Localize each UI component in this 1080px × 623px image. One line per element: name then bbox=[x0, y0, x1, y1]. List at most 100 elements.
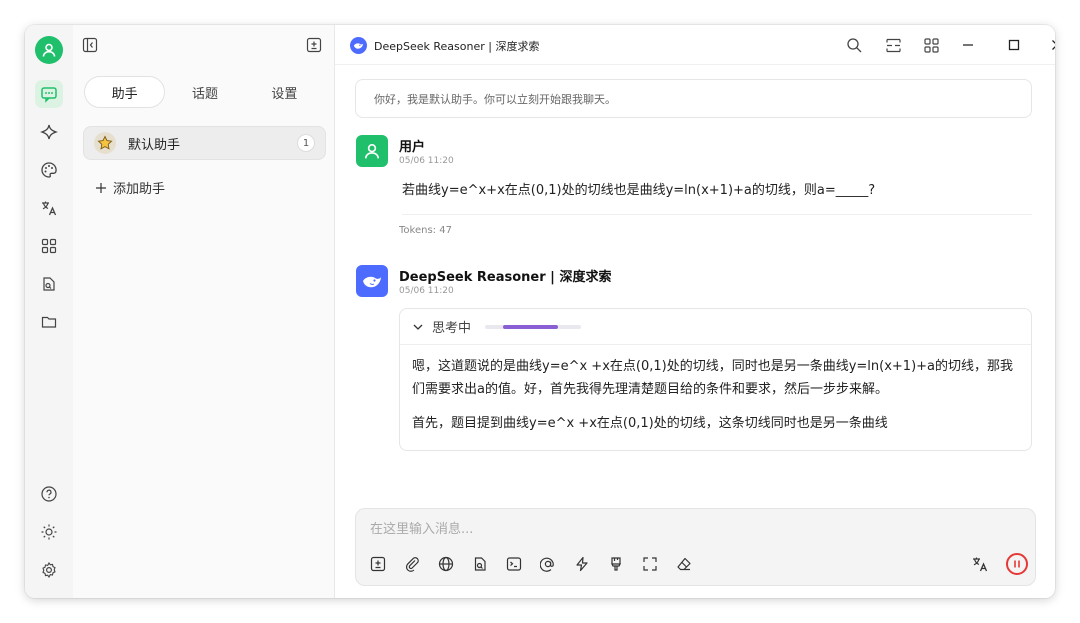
title-bar: DeepSeek Reasoner | 深度求索 bbox=[335, 25, 1055, 65]
new-chat-icon bbox=[370, 556, 386, 572]
thinking-toggle[interactable]: 思考中 bbox=[400, 309, 1031, 345]
token-count: Tokens: 47 bbox=[399, 225, 452, 236]
search-icon bbox=[846, 37, 861, 52]
assistant-topic-count: 1 bbox=[297, 134, 315, 152]
thinking-paragraph-2: 首先，题目提到曲线y=e^x +x在点(0,1)处的切线，这条切线同时也是另一条… bbox=[412, 416, 888, 431]
rail-folder[interactable] bbox=[35, 308, 63, 336]
help-icon bbox=[41, 486, 57, 502]
clear-input-tool[interactable] bbox=[674, 554, 694, 574]
pause-icon bbox=[1014, 560, 1020, 568]
search-button[interactable] bbox=[845, 36, 863, 54]
rail-translate[interactable] bbox=[35, 194, 63, 222]
user-message-time: 05/06 11:20 bbox=[399, 156, 454, 166]
rail-help[interactable] bbox=[35, 480, 63, 508]
minapps-button[interactable] bbox=[922, 36, 940, 54]
knowledge-base-tool[interactable] bbox=[470, 554, 490, 574]
palette-icon bbox=[41, 162, 57, 178]
assistant-name: 默认助手 bbox=[128, 137, 181, 153]
tab-topics[interactable]: 话题 bbox=[165, 76, 244, 108]
assistant-item-default[interactable]: 默认助手 1 bbox=[83, 126, 326, 160]
rail-chat[interactable] bbox=[35, 80, 63, 108]
message-input[interactable] bbox=[370, 519, 1010, 539]
person-icon bbox=[364, 143, 380, 159]
attach-tool[interactable] bbox=[402, 554, 422, 574]
app-window: 助手 话题 设置 默认助手 1 添加助手 DeepSeek Reasoner |… bbox=[25, 25, 1055, 598]
expand-icon bbox=[643, 557, 657, 571]
user-message-text: 若曲线y=e^x+x在点(0,1)处的切线也是曲线y=ln(x+1)+a的切线，… bbox=[402, 183, 876, 198]
rail-apps[interactable] bbox=[35, 232, 63, 260]
apps-grid-icon bbox=[41, 238, 57, 254]
star-emoji-icon bbox=[94, 132, 116, 154]
maximize-button[interactable] bbox=[1005, 36, 1023, 54]
assistants-panel: 助手 话题 设置 默认助手 1 添加助手 bbox=[73, 25, 335, 598]
expand-input-tool[interactable] bbox=[640, 554, 660, 574]
tab-assistants[interactable]: 助手 bbox=[84, 76, 166, 108]
person-icon bbox=[42, 43, 56, 57]
clear-context-tool[interactable] bbox=[606, 554, 626, 574]
folder-icon bbox=[41, 316, 57, 328]
rail-paint[interactable] bbox=[35, 156, 63, 184]
user-message-name: 用户 bbox=[399, 140, 426, 155]
add-assistant-button[interactable]: 添加助手 bbox=[95, 178, 165, 197]
layout-toggle-button[interactable] bbox=[884, 36, 902, 54]
translate-icon bbox=[42, 201, 57, 216]
assistant-message-time: 05/06 11:20 bbox=[399, 286, 454, 296]
terminal-icon bbox=[506, 557, 522, 571]
prompt-tool[interactable] bbox=[504, 554, 524, 574]
rail-agents[interactable] bbox=[35, 118, 63, 146]
thinking-panel: 思考中 嗯，这道题说的是曲线y=e^x +x在点(0,1)处的切线，同时也是另一… bbox=[399, 308, 1032, 451]
settings-icon bbox=[42, 561, 56, 579]
close-button[interactable] bbox=[1048, 36, 1055, 54]
file-search-icon bbox=[474, 557, 486, 571]
sidebar-collapse-icon bbox=[82, 37, 98, 53]
web-search-tool[interactable] bbox=[436, 554, 456, 574]
close-icon bbox=[1052, 40, 1055, 50]
toggle-sidebar-button[interactable] bbox=[81, 36, 99, 54]
rail-theme[interactable] bbox=[35, 518, 63, 546]
user-avatar[interactable] bbox=[35, 36, 63, 64]
minimize-button[interactable] bbox=[959, 36, 977, 54]
new-chat-icon bbox=[306, 37, 322, 53]
mention-model-tool[interactable] bbox=[538, 554, 558, 574]
translate-icon bbox=[973, 557, 988, 572]
lightning-icon bbox=[576, 556, 588, 572]
rail-settings[interactable] bbox=[35, 556, 63, 584]
globe-icon bbox=[438, 556, 454, 572]
maximize-icon bbox=[1008, 39, 1020, 51]
panel-toolbar bbox=[73, 25, 335, 65]
user-message-avatar bbox=[356, 135, 388, 167]
thinking-progress-bar bbox=[485, 324, 582, 329]
layout-icon bbox=[885, 38, 901, 52]
rail-files-search[interactable] bbox=[35, 270, 63, 298]
quick-phrases-tool[interactable] bbox=[572, 554, 592, 574]
chat-icon bbox=[41, 87, 57, 103]
theme-sun-icon bbox=[41, 524, 57, 540]
new-topic-button[interactable] bbox=[305, 36, 323, 54]
grid-icon bbox=[923, 37, 939, 53]
message-divider bbox=[402, 214, 1032, 215]
minimize-icon bbox=[963, 44, 973, 46]
tab-settings[interactable]: 设置 bbox=[245, 76, 324, 108]
model-title[interactable]: DeepSeek Reasoner | 深度求索 bbox=[374, 38, 539, 54]
thinking-label: 思考中 bbox=[432, 321, 472, 336]
translate-input-tool[interactable] bbox=[970, 554, 990, 574]
thinking-paragraph-1: 嗯，这道题说的是曲线y=e^x +x在点(0,1)处的切线，同时也是另一条曲线y… bbox=[412, 359, 1014, 397]
message-composer bbox=[355, 508, 1036, 586]
sidebar-tabs: 助手 话题 设置 bbox=[84, 76, 324, 108]
plus-icon bbox=[96, 182, 106, 193]
thinking-progress-fill bbox=[503, 324, 559, 329]
sparkle-icon bbox=[40, 124, 58, 140]
assistant-message-avatar bbox=[356, 265, 388, 297]
add-assistant-label: 添加助手 bbox=[113, 182, 166, 197]
eraser-icon bbox=[677, 557, 691, 571]
stop-generation-button[interactable] bbox=[1006, 553, 1028, 575]
chevron-down-icon bbox=[413, 324, 423, 330]
paperclip-icon bbox=[405, 557, 419, 572]
at-sign-icon bbox=[540, 557, 554, 572]
new-topic-tool[interactable] bbox=[368, 554, 388, 574]
chat-main: DeepSeek Reasoner | 深度求索 你好，我是默认助手。你可以立刻… bbox=[335, 25, 1055, 598]
icon-rail bbox=[25, 25, 73, 598]
brush-icon bbox=[611, 557, 621, 571]
deepseek-logo-icon bbox=[350, 37, 367, 54]
assistant-message-name: DeepSeek Reasoner | 深度求索 bbox=[399, 270, 612, 285]
